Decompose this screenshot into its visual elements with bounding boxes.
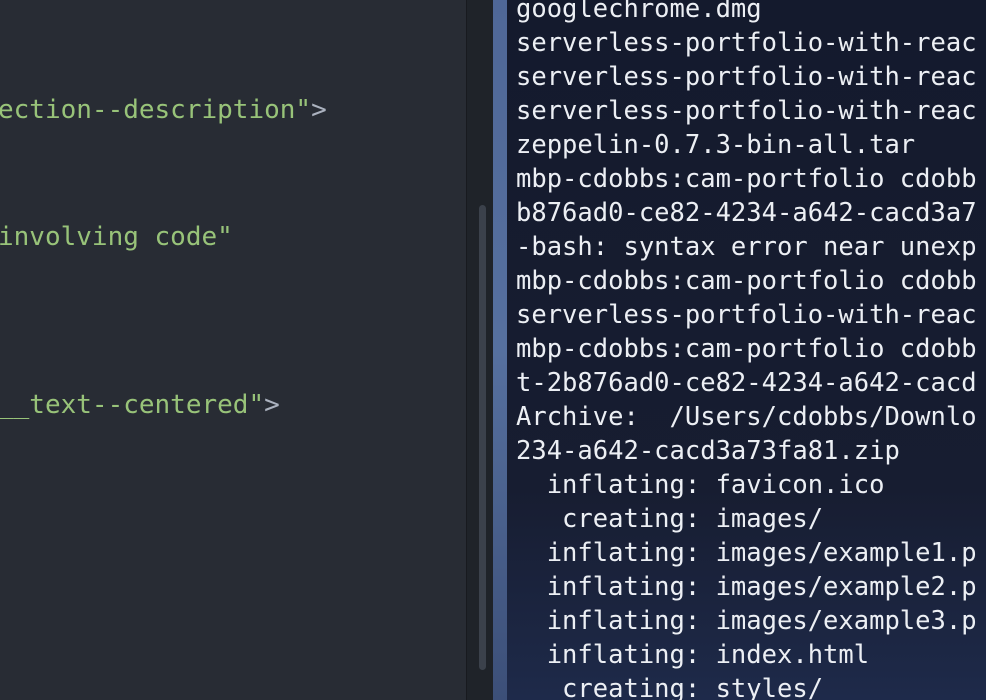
terminal-line: creating: styles/ [516, 674, 824, 700]
terminal-line: serverless-portfolio-with-reac [516, 62, 977, 92]
terminal-line: Archive: /Users/cdobbs/Downlo [516, 402, 977, 432]
pane-divider-edge [466, 0, 467, 700]
code-editor-pane[interactable]: ection--description"> involving code" __… [0, 0, 466, 700]
editor-scrollbar[interactable] [479, 205, 486, 670]
terminal-line: zeppelin-0.7.3-bin-all.tar [516, 130, 916, 160]
terminal-pane[interactable]: googlechrome.dmg serverless-portfolio-wi… [507, 0, 986, 700]
terminal-line: -bash: syntax error near unexp [516, 232, 977, 262]
terminal-line: inflating: index.html [516, 640, 870, 670]
terminal-line: serverless-portfolio-with-reac [516, 28, 977, 58]
terminal-line: inflating: images/example1.p [516, 538, 977, 568]
terminal-line: serverless-portfolio-with-reac [516, 96, 977, 126]
terminal-line: mbp-cdobbs:cam-portfolio cdobb [516, 164, 977, 194]
tag-close-token: > [264, 390, 280, 420]
terminal-line: mbp-cdobbs:cam-portfolio cdobb [516, 266, 977, 296]
tag-close-token: > [311, 95, 327, 125]
terminal-line: t-2b876ad0-ce82-4234-a642-cacd [516, 368, 977, 398]
editor-line: __text--centered"> [0, 389, 280, 421]
terminal-line: inflating: images/example3.p [516, 606, 977, 636]
terminal-window-border [493, 0, 507, 700]
terminal-line: creating: images/ [516, 504, 824, 534]
terminal-line: mbp-cdobbs:cam-portfolio cdobb [516, 334, 977, 364]
terminal-line: googlechrome.dmg [516, 0, 762, 24]
terminal-line: inflating: images/example2.p [516, 572, 977, 602]
string-token: __text--centered" [0, 390, 265, 420]
editor-line: ection--description"> [0, 94, 327, 126]
string-token: ection--description" [0, 95, 312, 125]
terminal-output: googlechrome.dmg serverless-portfolio-wi… [516, 0, 977, 700]
terminal-line: serverless-portfolio-with-reac [516, 300, 977, 330]
desktop-split-view: ection--description"> involving code" __… [0, 0, 986, 700]
terminal-line: b876ad0-ce82-4234-a642-cacd3a7 [516, 198, 977, 228]
terminal-line: inflating: favicon.ico [516, 470, 885, 500]
editor-line: involving code" [0, 221, 233, 253]
string-token: involving code" [0, 222, 233, 252]
terminal-line: 234-a642-cacd3a73fa81.zip [516, 436, 900, 466]
